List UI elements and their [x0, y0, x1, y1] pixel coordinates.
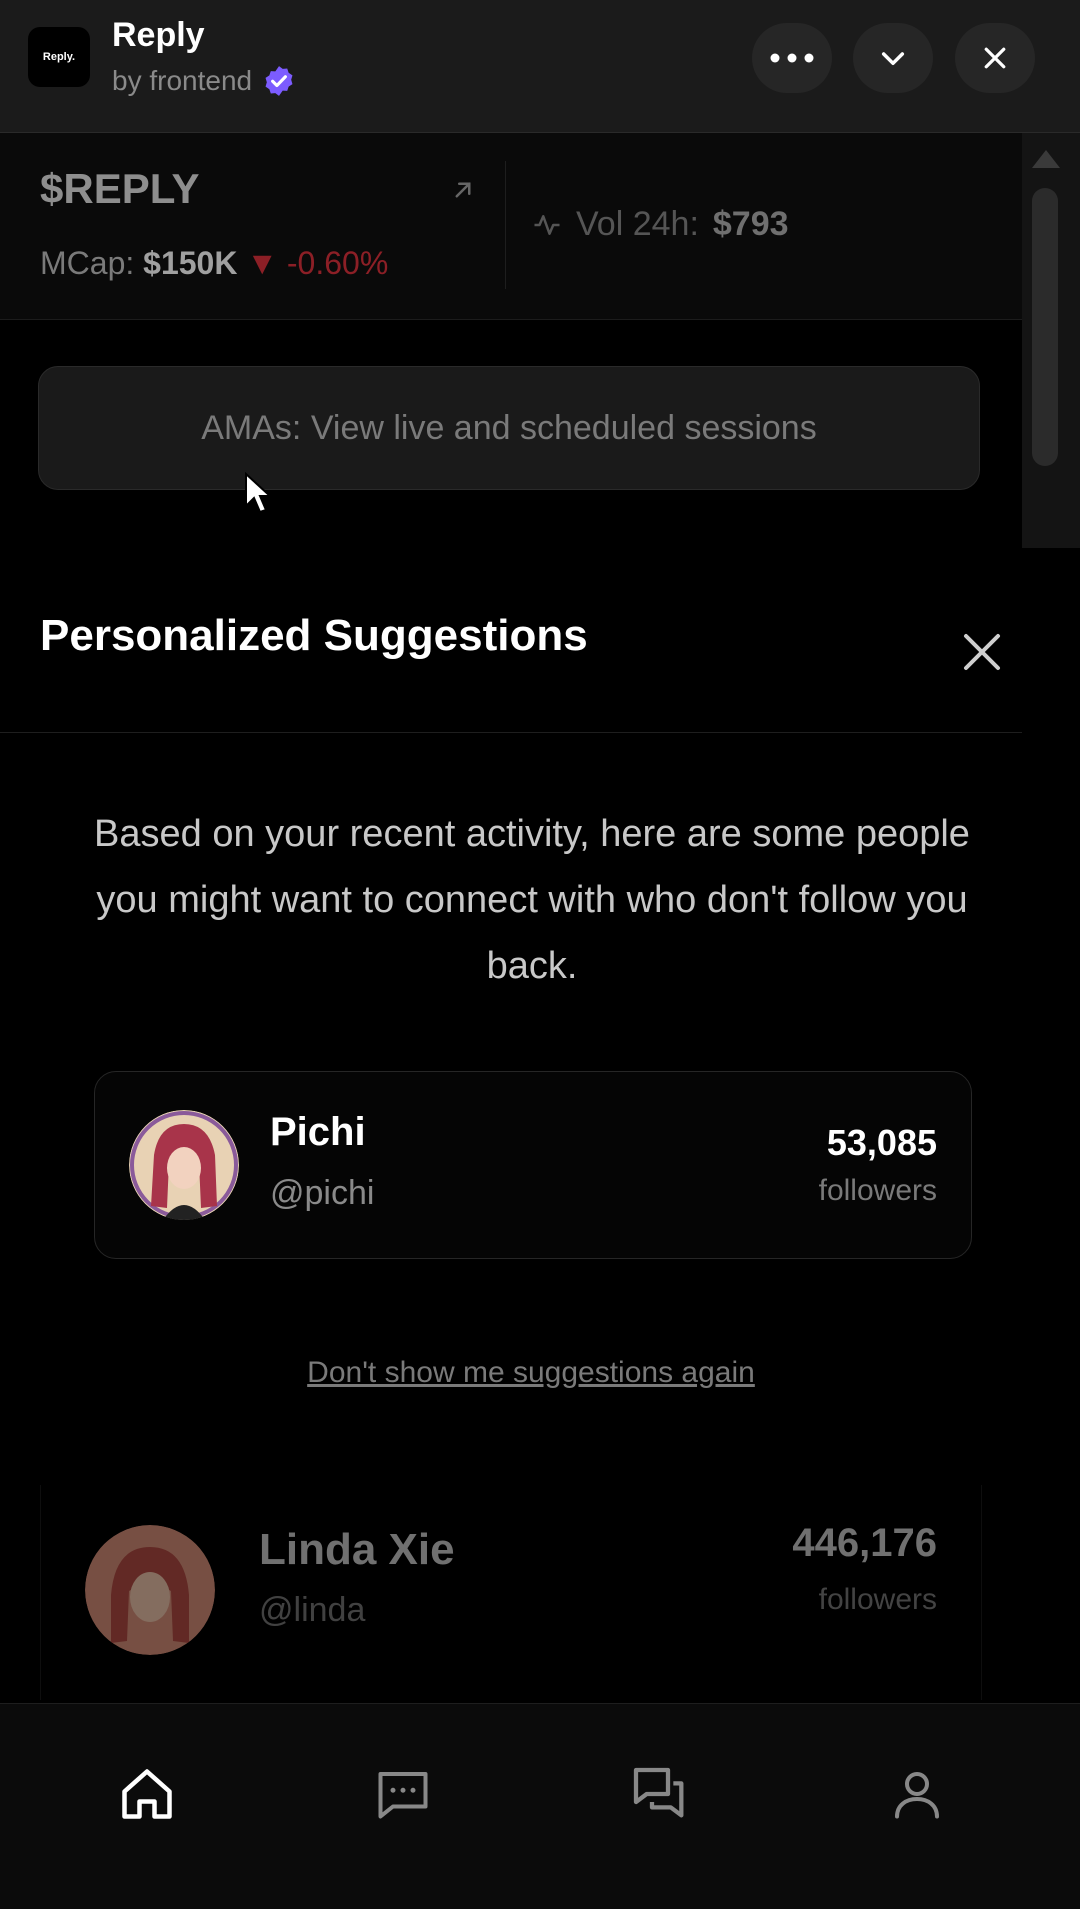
volume-24h: Vol 24h: $793 [532, 205, 789, 244]
avatar [129, 1110, 239, 1220]
vol-value: $793 [712, 205, 789, 243]
follower-count: 446,176 [792, 1521, 937, 1565]
scroll-up-arrow-icon[interactable] [1032, 150, 1060, 168]
person-handle: @linda [259, 1591, 366, 1629]
window-titlebar: Reply. Reply by frontend [0, 0, 1080, 133]
suggestions-description: Based on your recent activity, here are … [94, 813, 970, 987]
suggestions-title: Personalized Suggestions [40, 611, 588, 660]
verified-badge-icon [265, 66, 293, 96]
nav-chat[interactable] [368, 1759, 438, 1829]
nav-profile[interactable] [882, 1759, 952, 1829]
nav-home[interactable] [112, 1759, 182, 1829]
logo-text: Reply. [42, 51, 76, 63]
person-name: Linda Xie [259, 1525, 455, 1574]
activity-icon [534, 214, 560, 235]
person-handle: @pichi [270, 1174, 375, 1212]
app-logo: Reply. [28, 27, 90, 87]
dont-show-suggestions-link[interactable]: Don't show me suggestions again [0, 1356, 1022, 1390]
more-horizontal-icon [770, 53, 814, 63]
more-options-button[interactable] [752, 23, 832, 93]
chevron-down-icon [881, 52, 905, 66]
close-window-button[interactable] [955, 23, 1035, 93]
followers-label: followers [818, 1174, 937, 1207]
bottom-navigation [0, 1703, 1080, 1909]
avatar [85, 1525, 215, 1655]
profile-icon [895, 1772, 939, 1819]
token-symbol: $REPLY [40, 165, 200, 212]
app-title: Reply [112, 16, 205, 54]
chat-icon [378, 1772, 428, 1819]
followers-label: followers [818, 1583, 937, 1616]
section-divider [0, 732, 1022, 733]
suggestion-card-pichi[interactable]: Pichi @pichi 53,085 followers [94, 1071, 972, 1259]
market-cap: MCap: $150K ▼ -0.60% [40, 245, 388, 282]
feed-item-linda[interactable]: Linda Xie @linda 446,176 followers [40, 1485, 982, 1700]
ticker-divider [505, 161, 506, 289]
ama-banner-button[interactable]: AMAs: View live and scheduled sessions [38, 366, 980, 490]
mouse-cursor-icon [245, 472, 272, 514]
change-value: -0.60% [286, 245, 389, 281]
scrollbar-thumb[interactable] [1032, 188, 1058, 466]
home-icon [122, 1769, 172, 1819]
collapse-button[interactable] [853, 23, 933, 93]
external-link-icon[interactable] [448, 175, 478, 205]
close-suggestions-icon[interactable] [958, 628, 1006, 676]
mcap-value: $150K [143, 245, 238, 281]
price-change: ▼ -0.60% [246, 245, 389, 281]
mcap-label: MCap: [40, 245, 135, 281]
messages-icon [633, 1767, 684, 1818]
person-name: Pichi [270, 1110, 366, 1154]
main-content[interactable]: $REPLY MCap: $150K ▼ -0.60% Vol 24h: $79… [0, 133, 1022, 1703]
token-ticker[interactable]: $REPLY MCap: $150K ▼ -0.60% Vol 24h: $79… [0, 133, 1022, 320]
app-byline: by frontend [112, 64, 296, 98]
nav-messages[interactable] [625, 1759, 695, 1829]
byline-text: by frontend [112, 65, 253, 96]
vol-label: Vol 24h: [576, 205, 699, 243]
follower-count: 53,085 [826, 1122, 937, 1163]
close-icon [984, 47, 1006, 69]
